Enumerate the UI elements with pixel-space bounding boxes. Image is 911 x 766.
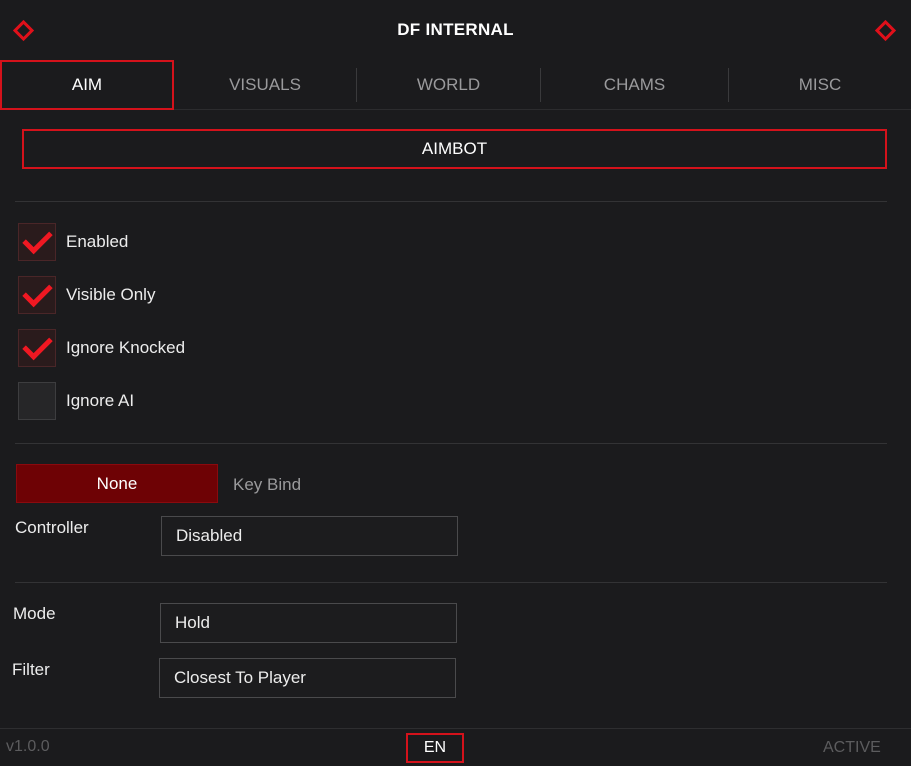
checkbox-label: Ignore AI xyxy=(66,391,135,410)
version-label: v1.0.0 xyxy=(6,738,50,755)
footer: v1.0.0 EN ACTIVE xyxy=(0,728,911,766)
aimbot-section-header[interactable]: AIMBOT xyxy=(22,129,887,169)
check-icon xyxy=(21,329,53,361)
checkbox-row-visible-only[interactable]: Visible Only xyxy=(18,275,155,315)
diamond-icon xyxy=(12,19,35,42)
checkbox-label: Enabled xyxy=(66,232,129,251)
checkbox-row-ignore-ai[interactable]: Ignore AI xyxy=(18,381,134,421)
mode-select[interactable]: Hold xyxy=(160,603,457,643)
keybind-label: Key Bind xyxy=(233,475,302,494)
check-icon xyxy=(21,223,53,255)
controller-select[interactable]: Disabled xyxy=(161,516,458,556)
keybind-button[interactable]: None xyxy=(16,464,218,503)
checkbox-row-ignore-knocked[interactable]: Ignore Knocked xyxy=(18,328,185,368)
controller-label: Controller xyxy=(15,518,89,537)
ignore-ai-checkbox[interactable] xyxy=(18,382,56,420)
divider xyxy=(15,582,887,583)
filter-label: Filter xyxy=(12,660,50,679)
checkbox-row-enabled[interactable]: Enabled xyxy=(18,222,128,262)
diamond-icon xyxy=(874,19,897,42)
tab-visuals[interactable]: VISUALS xyxy=(174,60,356,110)
checkbox-label: Visible Only xyxy=(66,285,156,304)
status-label: ACTIVE xyxy=(823,739,881,756)
mode-label: Mode xyxy=(13,604,56,623)
tab-world[interactable]: WORLD xyxy=(357,60,540,110)
check-icon xyxy=(21,276,53,308)
enabled-checkbox[interactable] xyxy=(18,223,56,261)
window-title: DF INTERNAL xyxy=(397,20,514,39)
tab-aim[interactable]: AIM xyxy=(0,60,174,110)
checkbox-label: Ignore Knocked xyxy=(66,338,186,357)
divider xyxy=(15,201,887,202)
filter-select[interactable]: Closest To Player xyxy=(159,658,456,698)
ignore-knocked-checkbox[interactable] xyxy=(18,329,56,367)
tab-bar: AIM VISUALS WORLD CHAMS MISC xyxy=(0,60,911,110)
title-bar: DF INTERNAL xyxy=(0,0,911,60)
visible-only-checkbox[interactable] xyxy=(18,276,56,314)
language-button[interactable]: EN xyxy=(406,733,464,763)
tab-chams[interactable]: CHAMS xyxy=(541,60,728,110)
tab-misc[interactable]: MISC xyxy=(729,60,911,110)
divider xyxy=(15,443,887,444)
